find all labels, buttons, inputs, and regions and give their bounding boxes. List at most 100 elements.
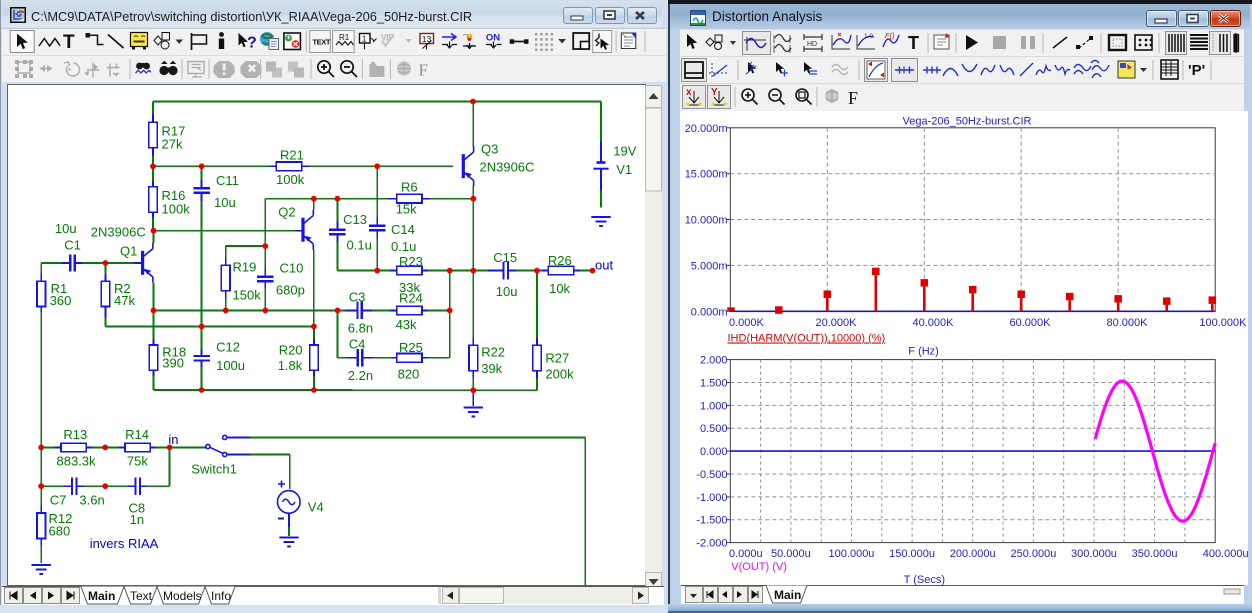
svg-text:1.500: 1.500 xyxy=(700,378,728,390)
svg-text:T (Secs): T (Secs) xyxy=(904,574,945,585)
svg-text:C14: C14 xyxy=(391,222,415,237)
svg-text:0.000m: 0.000m xyxy=(691,306,728,318)
svg-text:10u: 10u xyxy=(214,195,236,210)
svg-text:Info: Info xyxy=(211,589,231,603)
svg-text:F: F xyxy=(848,88,858,108)
svg-text:?: ? xyxy=(247,35,257,52)
svg-text:Vega-206_50Hz-burst.CIR: Vega-206_50Hz-burst.CIR xyxy=(902,116,1031,128)
svg-text:Main: Main xyxy=(774,588,801,602)
svg-text:883.3k: 883.3k xyxy=(57,454,97,469)
svg-text:Main: Main xyxy=(88,589,115,603)
svg-text:100.000K: 100.000K xyxy=(1199,317,1247,329)
svg-text:C12: C12 xyxy=(216,340,240,355)
svg-text:10u: 10u xyxy=(55,221,77,236)
svg-text:C11: C11 xyxy=(216,173,239,188)
svg-text:27k: 27k xyxy=(162,137,183,152)
svg-text:200.000u: 200.000u xyxy=(950,548,996,560)
svg-text:6.8n: 6.8n xyxy=(348,321,373,336)
svg-text:47k: 47k xyxy=(114,293,135,308)
svg-text:x: x xyxy=(686,87,692,98)
svg-text:39k: 39k xyxy=(481,361,502,376)
svg-text:R19: R19 xyxy=(233,260,257,275)
svg-text:1.0: 1.0 xyxy=(864,33,873,40)
svg-text:250.000u: 250.000u xyxy=(1010,548,1056,560)
svg-text:5.000m: 5.000m xyxy=(691,260,728,272)
svg-text:Text: Text xyxy=(130,589,153,603)
svg-text:out: out xyxy=(595,258,613,273)
svg-text:R24: R24 xyxy=(399,291,423,306)
svg-text:C4: C4 xyxy=(349,337,366,352)
svg-text:390: 390 xyxy=(162,356,184,371)
svg-text:C10: C10 xyxy=(280,261,304,276)
svg-text:C1: C1 xyxy=(64,238,81,253)
svg-text:-0.500: -0.500 xyxy=(696,469,727,481)
svg-text:R23: R23 xyxy=(399,254,423,269)
svg-text:820: 820 xyxy=(398,367,420,382)
svg-text:75k: 75k xyxy=(127,454,148,469)
svg-text:R25: R25 xyxy=(399,340,423,355)
svg-text:150k: 150k xyxy=(233,288,262,303)
svg-text:20.000K: 20.000K xyxy=(816,317,858,329)
svg-text:10.000m: 10.000m xyxy=(685,215,728,227)
svg-text:0.500: 0.500 xyxy=(700,423,728,435)
svg-text:T: T xyxy=(908,33,919,53)
svg-text:0.1u: 0.1u xyxy=(391,239,416,254)
svg-text:V(OUT) (V): V(OUT) (V) xyxy=(731,561,787,573)
svg-text:R20: R20 xyxy=(279,343,303,358)
svg-text:-1.000: -1.000 xyxy=(696,492,727,504)
svg-text:Models: Models xyxy=(163,589,202,603)
svg-text:in: in xyxy=(168,432,178,447)
svg-text:2.000: 2.000 xyxy=(700,355,728,367)
svg-text:-2.000: -2.000 xyxy=(696,538,727,550)
svg-text:100.000u: 100.000u xyxy=(829,548,875,560)
svg-text:Switch1: Switch1 xyxy=(191,462,237,477)
svg-text:C3: C3 xyxy=(349,290,366,305)
svg-text:40.000K: 40.000K xyxy=(913,317,955,329)
svg-text:R22: R22 xyxy=(481,345,505,360)
svg-text:1.000: 1.000 xyxy=(700,400,728,412)
svg-text:Q3: Q3 xyxy=(481,142,498,157)
svg-text:R14: R14 xyxy=(125,427,149,442)
svg-text:TEXT: TEXT xyxy=(313,38,331,47)
svg-text:C7: C7 xyxy=(50,493,67,508)
svg-text:680p: 680p xyxy=(276,283,305,298)
svg-text:0.000u: 0.000u xyxy=(729,548,763,560)
svg-text:F (Hz): F (Hz) xyxy=(908,346,939,358)
svg-text:V4: V4 xyxy=(308,500,324,515)
svg-text:680: 680 xyxy=(49,524,71,539)
svg-text:2N3906C: 2N3906C xyxy=(480,160,535,175)
svg-text:150.000u: 150.000u xyxy=(889,548,935,560)
svg-text:1n: 1n xyxy=(130,512,144,527)
svg-text:1.8k: 1.8k xyxy=(278,358,303,373)
svg-text:0.1u: 0.1u xyxy=(347,238,372,253)
svg-text:T: T xyxy=(63,32,75,53)
svg-text:HD: HD xyxy=(807,41,817,48)
svg-text:F(): F() xyxy=(885,31,895,40)
svg-text:'P': 'P' xyxy=(1188,62,1205,79)
svg-text:1: 1 xyxy=(362,34,367,44)
svg-text:19V: 19V xyxy=(613,144,636,159)
svg-text:300.000u: 300.000u xyxy=(1071,548,1117,560)
svg-text:R13: R13 xyxy=(63,427,87,442)
svg-text:20.000m: 20.000m xyxy=(685,123,728,135)
svg-text:350.000u: 350.000u xyxy=(1132,548,1178,560)
svg-text:43k: 43k xyxy=(396,317,417,332)
svg-text:C15: C15 xyxy=(493,250,517,265)
svg-text:100k: 100k xyxy=(276,172,305,187)
svg-text:100k: 100k xyxy=(162,202,191,217)
svg-text:80.000K: 80.000K xyxy=(1107,317,1149,329)
svg-text:2.2n: 2.2n xyxy=(348,368,373,383)
svg-text:R21: R21 xyxy=(280,148,304,163)
svg-text:R27: R27 xyxy=(545,351,569,366)
svg-text:R1: R1 xyxy=(339,33,350,42)
svg-text:R6: R6 xyxy=(401,180,418,195)
svg-text:invers RIAA: invers RIAA xyxy=(90,536,159,551)
svg-text:15k: 15k xyxy=(396,202,417,217)
svg-text:Y: Y xyxy=(711,87,718,98)
svg-text:0.000: 0.000 xyxy=(700,446,728,458)
svg-text:360: 360 xyxy=(50,293,72,308)
svg-text:3.6n: 3.6n xyxy=(79,493,104,508)
svg-text:R26: R26 xyxy=(548,253,572,268)
svg-text:V1: V1 xyxy=(616,162,632,177)
svg-text:60.000K: 60.000K xyxy=(1010,317,1052,329)
